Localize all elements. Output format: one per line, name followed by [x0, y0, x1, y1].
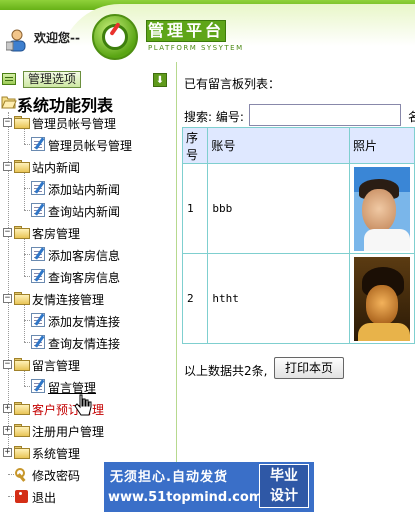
tree-item-label: 退出 [32, 491, 57, 505]
edit-page-icon [31, 313, 45, 327]
user-icon [6, 29, 26, 52]
edit-page-icon [31, 335, 45, 349]
tree-group-label: 客户预订管理 [32, 403, 105, 417]
collapse-arrow-icon[interactable]: ⬇ [153, 73, 167, 87]
tree-item-label: 添加友情连接 [48, 315, 121, 329]
tree-group-admin-account[interactable]: − 管理员帐号管理 [0, 112, 175, 132]
table-row: 2 htht [181, 253, 415, 344]
tree-item-query-news[interactable]: 查询站内新闻 [0, 200, 175, 220]
folder-icon [14, 226, 30, 239]
tree-item-add-news[interactable]: 添加站内新闻 [0, 178, 175, 198]
edit-page-icon [31, 247, 45, 261]
folder-icon [14, 402, 30, 415]
search-label-name: 名 [408, 110, 415, 124]
platform-brand: 管理平台 [146, 20, 226, 42]
tree-group-label: 注册用户管理 [32, 425, 105, 439]
collapse-toggle-icon[interactable]: − [3, 162, 12, 171]
tree-item-add-link[interactable]: 添加友情连接 [0, 310, 175, 330]
tree-group-messages[interactable]: − 留言管理 [0, 354, 175, 374]
sidebar-header: 管理选项 ⬇ [0, 67, 175, 89]
collapse-toggle-icon[interactable]: − [3, 228, 12, 237]
tree-item-label: 修改密码 [32, 469, 81, 483]
sidebar-title: 系统功能列表 [0, 91, 175, 115]
search-label: 搜索: 编号: [184, 110, 244, 124]
tree-group-friend-links[interactable]: − 友情连接管理 [0, 288, 175, 308]
watermark-tag-line2: 设计 [270, 488, 298, 504]
tree-item-query-room[interactable]: 查询客房信息 [0, 266, 175, 286]
main-content: 已有留言板列表： 搜索: 编号: 名 序号 账号 照片 1 bbb 2 htht [177, 62, 415, 512]
grid-icon [2, 73, 16, 85]
edit-page-icon [31, 203, 45, 217]
column-header-photo: 照片 [348, 127, 415, 164]
watermark-slogan: 无须担心.自动发货 [110, 470, 228, 485]
table-header-row: 序号 账号 照片 [181, 127, 415, 164]
edit-page-icon [31, 137, 45, 151]
edit-page-icon [31, 181, 45, 195]
folder-icon [14, 116, 30, 129]
folder-icon [14, 292, 30, 305]
table-row: 1 bbb [181, 163, 415, 254]
logout-icon [15, 490, 28, 503]
watermark-tag: 毕业 设计 [259, 464, 309, 508]
cell-index: 1 [181, 163, 209, 254]
page-title: 已有留言板列表： [184, 77, 281, 91]
tree-group-rooms[interactable]: − 客房管理 [0, 222, 175, 242]
folder-icon [14, 424, 30, 437]
tree-group-label: 留言管理 [32, 359, 81, 373]
tree-item-label: 查询站内新闻 [48, 205, 121, 219]
record-count-text: 以上数据共2条, [184, 364, 268, 378]
cell-account: bbb [207, 163, 350, 254]
expand-toggle-icon[interactable]: + [3, 404, 12, 413]
tree-group-label: 站内新闻 [32, 161, 81, 175]
management-options-button[interactable]: 管理选项 [23, 71, 82, 88]
tree-item-label: 管理员帐号管理 [48, 139, 133, 153]
tree-item-add-room[interactable]: 添加客房信息 [0, 244, 175, 264]
tree-item-label: 添加站内新闻 [48, 183, 121, 197]
cell-index: 2 [181, 253, 209, 344]
sidebar: 管理选项 ⬇ 系统功能列表 − 管理员帐号管理 管理员帐号管理 − 站内新闻 添… [0, 62, 177, 512]
tree-item-admin-account-manage[interactable]: 管理员帐号管理 [0, 134, 175, 154]
tree-item-query-link[interactable]: 查询友情连接 [0, 332, 175, 352]
tree-group-label: 管理员帐号管理 [32, 117, 117, 131]
message-table: 序号 账号 照片 1 bbb 2 htht [181, 127, 415, 344]
search-id-input[interactable] [249, 104, 401, 126]
hand-cursor-icon [74, 394, 92, 416]
cell-account: htht [207, 253, 350, 344]
watermark-banner: 无须担心.自动发货 www.51topmind.com 毕业 设计 [104, 462, 314, 512]
welcome-text: 欢迎您-- [34, 31, 80, 45]
tree-item-label: 查询友情连接 [48, 337, 121, 351]
watermark-url: www.51topmind.com [108, 490, 263, 505]
expand-toggle-icon[interactable]: + [3, 448, 12, 457]
user-photo [353, 256, 410, 341]
tree-item-label: 添加客房信息 [48, 249, 121, 263]
edit-page-icon [31, 269, 45, 283]
folder-icon [14, 358, 30, 371]
tree-group-system[interactable]: + 系统管理 [0, 442, 175, 462]
open-folder-icon [1, 96, 17, 109]
folder-icon [14, 446, 30, 459]
tree-group-label: 系统管理 [32, 447, 81, 461]
watermark-tag-line1: 毕业 [270, 468, 298, 484]
folder-icon [14, 160, 30, 173]
tree-group-label: 友情连接管理 [32, 293, 105, 307]
platform-brand-subtitle: PLATFORM SYSYTEM [148, 44, 244, 52]
column-header-index: 序号 [181, 127, 209, 164]
platform-logo-icon [92, 14, 138, 60]
cell-photo [348, 253, 415, 344]
header-bar: 欢迎您-- 管理平台 PLATFORM SYSYTEM [0, 0, 415, 62]
collapse-toggle-icon[interactable]: − [3, 360, 12, 369]
tree-item-label: 查询客房信息 [48, 271, 121, 285]
column-header-account: 账号 [207, 127, 350, 164]
collapse-toggle-icon[interactable]: − [3, 294, 12, 303]
edit-page-icon [31, 379, 45, 393]
tree-group-registered-users[interactable]: + 注册用户管理 [0, 420, 175, 440]
expand-toggle-icon[interactable]: + [3, 426, 12, 435]
tree-group-site-news[interactable]: − 站内新闻 [0, 156, 175, 176]
key-icon [14, 467, 28, 481]
print-page-button[interactable]: 打印本页 [274, 357, 345, 379]
user-photo [353, 166, 410, 251]
tree-group-label: 客房管理 [32, 227, 81, 241]
collapse-toggle-icon[interactable]: − [3, 118, 12, 127]
cell-photo [348, 163, 415, 254]
